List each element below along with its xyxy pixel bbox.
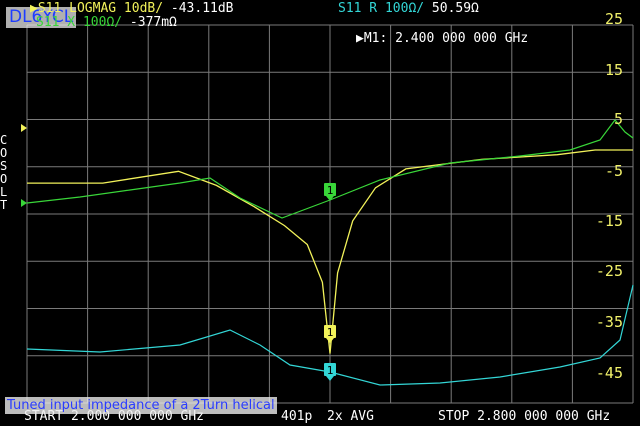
y-axis-label: -35 — [595, 313, 623, 331]
trace2-info[interactable]: S11 X 100Ω/ -377mΩ — [36, 16, 177, 30]
trace2-label: S11 X 100Ω/ — [36, 15, 123, 30]
y-axis-label: 5 — [613, 110, 623, 128]
y-axis-label: -15 — [595, 212, 623, 230]
svg-text:1: 1 — [327, 364, 334, 377]
marker-readout: ▶M1: 2.400 000 000 GHz — [356, 31, 529, 46]
ref-arrow-logmag — [21, 124, 27, 132]
y-axis-label: -45 — [595, 364, 623, 382]
cal-menu-letter: L — [0, 185, 8, 199]
trace1-label: S11 LOGMAG 10dB/ — [37, 1, 164, 16]
stop-frequency[interactable]: STOP 2.800 000 000 GHz — [438, 410, 610, 424]
trace3-info[interactable]: S11 R 100Ω/ 50.59Ω — [338, 2, 479, 16]
trace1-marker: ▶ — [30, 1, 38, 16]
trace3-label: S11 R 100Ω/ — [338, 1, 425, 16]
cal-menu-letter: C — [0, 133, 8, 147]
cal-menu-letter: T — [0, 198, 8, 212]
image-caption: Tuned input impedance of a 2Turn helical — [5, 397, 277, 414]
ref-arrow-reactance — [21, 199, 27, 207]
svg-text:1: 1 — [327, 184, 334, 197]
cal-menu-letter: O — [0, 172, 8, 186]
trace1-value: -43.11dB — [170, 1, 234, 16]
trace3-value: 50.59Ω — [431, 1, 479, 16]
points-count: 401p — [281, 409, 313, 424]
averaging-label: 2x AVG — [327, 409, 374, 424]
y-axis-label: -25 — [595, 262, 623, 280]
vna-screen: 111 DL6YCL ▶S11 LOGMAG 10dB/ -43.11dB S1… — [0, 0, 640, 426]
graticule — [26, 24, 634, 404]
marker-resistance[interactable]: 1 — [324, 363, 336, 381]
plot-area: 1 1 1 — [21, 24, 634, 404]
y-axis-label: 25 — [604, 10, 623, 28]
y-axis-label: 15 — [604, 61, 623, 79]
y-axis-label: -5 — [604, 162, 623, 180]
trace1-info[interactable]: ▶S11 LOGMAG 10dB/ -43.11dB — [30, 2, 234, 16]
cal-menu-letter: O — [0, 146, 8, 160]
trace2-value: -377mΩ — [129, 15, 177, 30]
cal-menu-letter: S — [0, 159, 8, 173]
marker-logmag[interactable]: 1 — [324, 325, 336, 343]
svg-text:1: 1 — [327, 326, 334, 339]
